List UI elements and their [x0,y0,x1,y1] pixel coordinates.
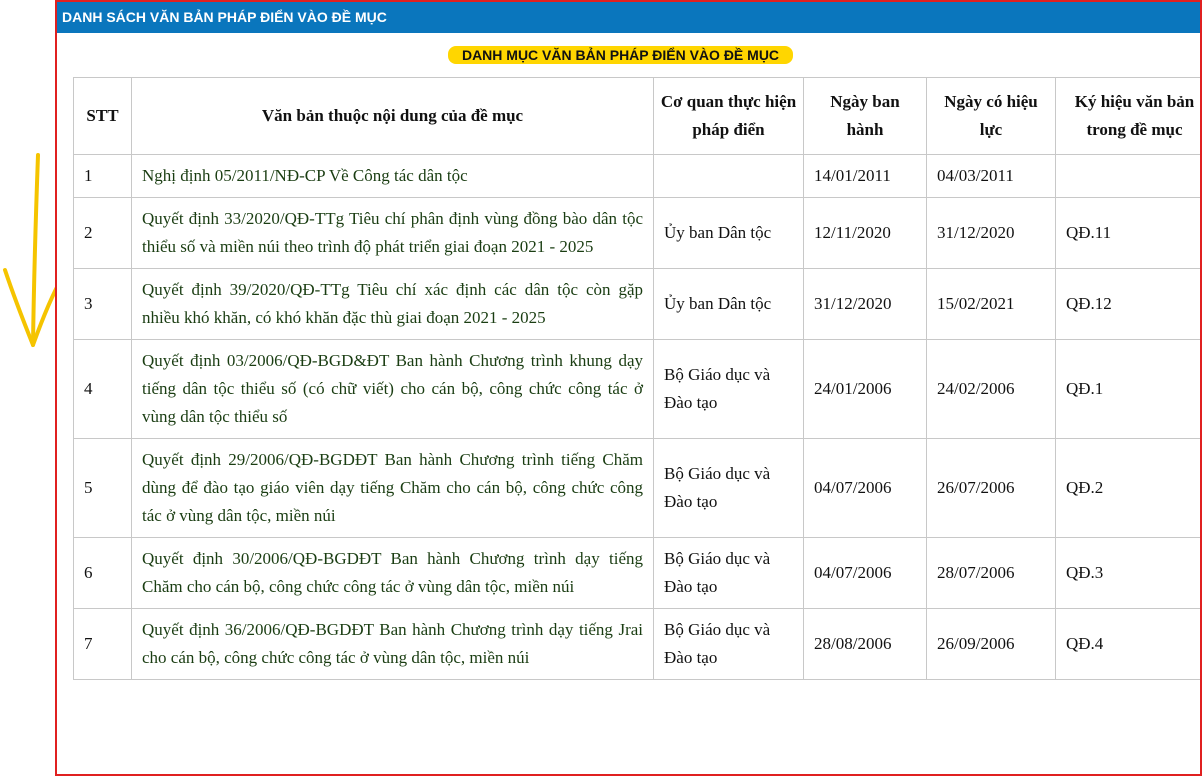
row-document-link[interactable]: Quyết định 30/2006/QĐ-BGDĐT Ban hành Chư… [131,537,654,609]
column-header-code: Ký hiệu văn bản trong đề mục [1055,77,1200,155]
list-subtitle: DANH MỤC VĂN BẢN PHÁP ĐIỂN VÀO ĐỀ MỤC [447,44,794,66]
row-effective-date: 04/03/2011 [926,154,1056,198]
row-code: QĐ.3 [1055,537,1200,609]
row-code: QĐ.2 [1055,438,1200,538]
row-stt: 7 [73,608,132,680]
table-row: 5 Quyết định 29/2006/QĐ-BGDĐT Ban hành C… [73,438,1200,538]
row-effective-date: 28/07/2006 [926,537,1056,609]
row-issued-date: 12/11/2020 [803,197,927,269]
panel-header: DANH SÁCH VĂN BẢN PHÁP ĐIỂN VÀO ĐỀ MỤC [57,2,1200,33]
table-row: 6 Quyết định 30/2006/QĐ-BGDĐT Ban hành C… [73,537,1200,609]
row-effective-date: 24/02/2006 [926,339,1056,439]
row-stt: 3 [73,268,132,340]
row-agency: Bộ Giáo dục và Đào tạo [653,339,804,439]
column-header-agency: Cơ quan thực hiện pháp điển [653,77,804,155]
row-agency: Bộ Giáo dục và Đào tạo [653,438,804,538]
table-header-row: STT Văn bản thuộc nội dung của đề mục Cơ… [73,77,1200,155]
row-document-link[interactable]: Quyết định 33/2020/QĐ-TTg Tiêu chí phân … [131,197,654,269]
row-document-link[interactable]: Quyết định 39/2020/QĐ-TTg Tiêu chí xác đ… [131,268,654,340]
row-issued-date: 14/01/2011 [803,154,927,198]
row-agency: Ủy ban Dân tộc [653,197,804,269]
row-issued-date: 31/12/2020 [803,268,927,340]
row-issued-date: 04/07/2006 [803,438,927,538]
column-header-effective: Ngày có hiệu lực [926,77,1056,155]
row-effective-date: 15/02/2021 [926,268,1056,340]
table-row: 4 Quyết định 03/2006/QĐ-BGD&ĐT Ban hành … [73,339,1200,439]
row-effective-date: 26/09/2006 [926,608,1056,680]
row-agency [653,154,804,198]
table-row: 3 Quyết định 39/2020/QĐ-TTg Tiêu chí xác… [73,268,1200,340]
row-stt: 4 [73,339,132,439]
row-document-link[interactable]: Nghị định 05/2011/NĐ-CP Về Công tác dân … [131,154,654,198]
row-effective-date: 31/12/2020 [926,197,1056,269]
row-document-link[interactable]: Quyết định 36/2006/QĐ-BGDĐT Ban hành Chư… [131,608,654,680]
table-row: 2 Quyết định 33/2020/QĐ-TTg Tiêu chí phâ… [73,197,1200,269]
row-stt: 5 [73,438,132,538]
row-effective-date: 26/07/2006 [926,438,1056,538]
row-code: QĐ.12 [1055,268,1200,340]
row-stt: 1 [73,154,132,198]
row-code: QĐ.4 [1055,608,1200,680]
table-row: 7 Quyết định 36/2006/QĐ-BGDĐT Ban hành C… [73,608,1200,680]
row-issued-date: 24/01/2006 [803,339,927,439]
row-document-link[interactable]: Quyết định 29/2006/QĐ-BGDĐT Ban hành Chư… [131,438,654,538]
row-agency: Ủy ban Dân tộc [653,268,804,340]
documents-table: STT Văn bản thuộc nội dung của đề mục Cơ… [73,77,1200,680]
row-issued-date: 28/08/2006 [803,608,927,680]
row-code [1055,154,1200,198]
row-code: QĐ.11 [1055,197,1200,269]
row-agency: Bộ Giáo dục và Đào tạo [653,537,804,609]
column-header-stt: STT [73,77,132,155]
row-issued-date: 04/07/2006 [803,537,927,609]
row-agency: Bộ Giáo dục và Đào tạo [653,608,804,680]
row-document-link[interactable]: Quyết định 03/2006/QĐ-BGD&ĐT Ban hành Ch… [131,339,654,439]
column-header-document: Văn bản thuộc nội dung của đề mục [131,77,654,155]
row-stt: 6 [73,537,132,609]
row-code: QĐ.1 [1055,339,1200,439]
table-row: 1 Nghị định 05/2011/NĐ-CP Về Công tác dâ… [73,154,1200,198]
column-header-issued: Ngày ban hành [803,77,927,155]
row-stt: 2 [73,197,132,269]
document-panel: DANH SÁCH VĂN BẢN PHÁP ĐIỂN VÀO ĐỀ MỤC D… [55,0,1202,776]
